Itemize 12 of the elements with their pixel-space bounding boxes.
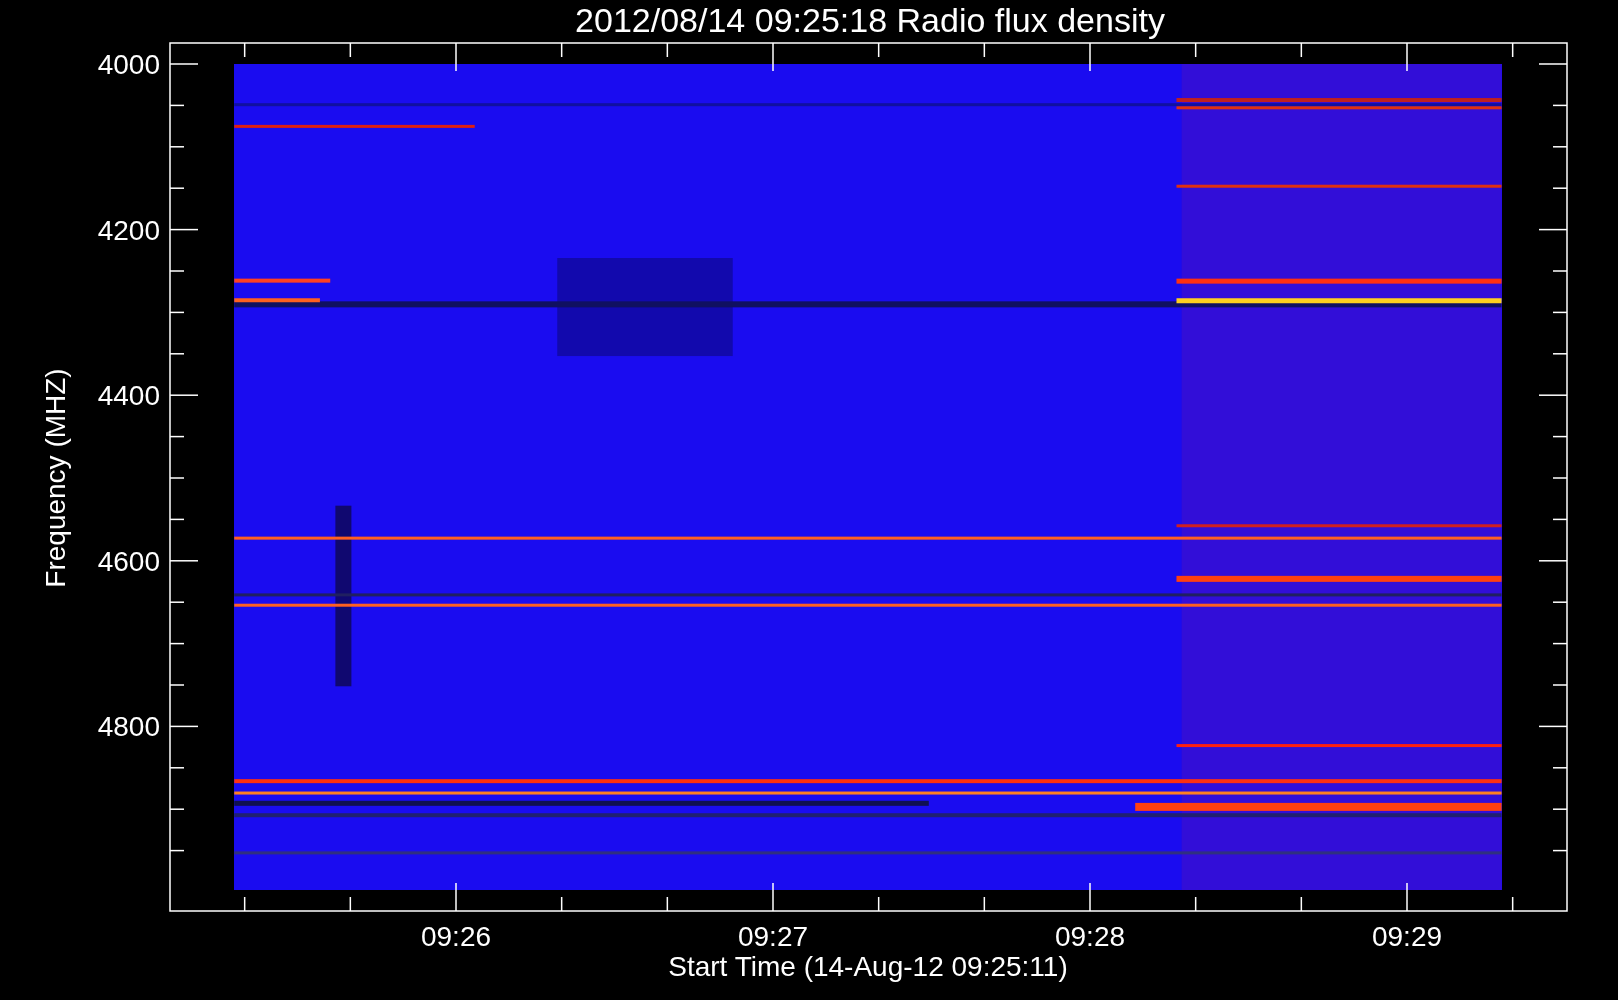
y-tick-label: 4200 bbox=[97, 214, 160, 246]
y-tick-label: 4400 bbox=[97, 380, 160, 412]
x-tick-label: 09:29 bbox=[1371, 921, 1443, 952]
x-tick-label: 09:26 bbox=[420, 921, 492, 952]
y-tick-label: 4600 bbox=[97, 545, 160, 577]
x-tick-label: 09:28 bbox=[1054, 921, 1126, 952]
plot-title: 2012/08/14 09:25:18 Radio flux density bbox=[575, 1, 1165, 39]
y-tick-label: 4800 bbox=[97, 711, 160, 743]
x-axis-title: Start Time (14-Aug-12 09:25:11) bbox=[668, 951, 1068, 982]
x-tick-label: 09:27 bbox=[737, 921, 809, 952]
y-tick-label: 4000 bbox=[97, 49, 160, 80]
y-axis-title: Frequency (MHZ) bbox=[40, 368, 71, 588]
